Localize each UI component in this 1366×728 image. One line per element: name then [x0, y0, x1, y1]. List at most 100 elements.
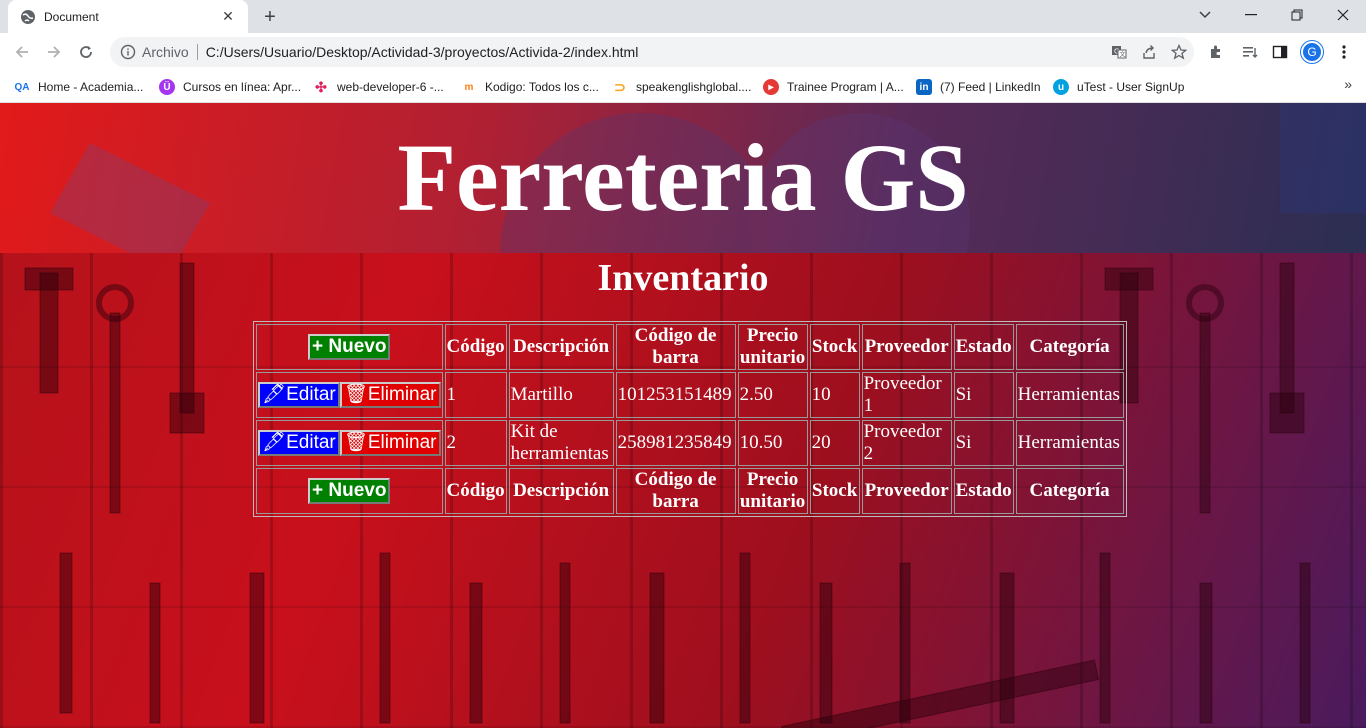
cell-codigo: 1 [444, 372, 507, 418]
table-header-row: + Nuevo Código Descripción Código de bar… [256, 324, 1124, 370]
delete-button[interactable]: 🗑Eliminar [339, 430, 441, 456]
bookmark-label: web-developer-6 -... [337, 80, 444, 94]
column-header-descripcion: Descripción [508, 324, 614, 370]
table-row: 🖋Editar 🗑Eliminar 1 Martillo 101253151489… [256, 372, 1124, 418]
column-header-codigo-barra: Código de barra [615, 324, 736, 370]
tab-title: Document [44, 9, 99, 24]
trainee-icon: ▸ [763, 79, 779, 95]
cell-estado: Si [953, 372, 1014, 418]
actions-header: + Nuevo [256, 324, 443, 370]
bookmark-label: Trainee Program | A... [787, 80, 904, 94]
utest-icon: u [1053, 79, 1069, 95]
svg-text:文: 文 [1120, 51, 1126, 59]
profile-avatar[interactable]: G [1298, 38, 1326, 66]
cell-descripcion: Martillo [508, 372, 614, 418]
bookmark-item[interactable]: ▸ Trainee Program | A... [763, 76, 904, 98]
menu-dots-icon[interactable] [1330, 38, 1358, 66]
table-row: 🖋Editar 🗑Eliminar 2 Kit de herramientas 2… [256, 420, 1124, 466]
delete-button[interactable]: 🗑Eliminar [339, 382, 441, 408]
site-title: Ferreteria GS [397, 124, 969, 231]
bookmark-label: speakenglishglobal.... [636, 80, 752, 94]
bookmark-label: uTest - User SignUp [1077, 80, 1185, 94]
bookmark-label: Home - Academia... [38, 80, 144, 94]
tab-strip: Document ✕ + [0, 0, 1366, 33]
browser-toolbar: Archivo C:/Users/Usuario/Desktop/Activid… [0, 33, 1366, 71]
speak-icon: ⊃ [614, 78, 626, 95]
cell-precio: 2.50 [737, 372, 808, 418]
cell-codigo-barra: 101253151489 [615, 372, 736, 418]
divider [196, 44, 198, 60]
share-icon[interactable] [1134, 38, 1164, 66]
cell-stock: 10 [809, 372, 860, 418]
cell-proveedor: Proveedor 2 [861, 420, 952, 466]
chevron-more-icon[interactable]: » [1344, 76, 1352, 92]
column-footer-categoria: Categoría [1015, 468, 1124, 514]
page-content: Ferreteria GS Inventario + Nuevo Código … [0, 103, 1366, 728]
header-banner: Ferreteria GS [0, 103, 1366, 253]
column-footer-codigo-barra: Código de barra [615, 468, 736, 514]
column-header-estado: Estado [953, 324, 1014, 370]
cell-categoria: Herramientas [1015, 372, 1124, 418]
extensions-icon[interactable] [1202, 38, 1230, 66]
cell-codigo-barra: 258981235849 [615, 420, 736, 466]
column-footer-estado: Estado [953, 468, 1014, 514]
minimize-button[interactable] [1228, 0, 1274, 30]
edit-button[interactable]: 🖋Editar [258, 382, 340, 408]
new-tab-button[interactable]: + [258, 5, 282, 29]
bookmark-item[interactable]: QA Home - Academia... [14, 76, 144, 98]
close-window-button[interactable] [1320, 0, 1366, 30]
bookmark-item[interactable]: Ü Cursos en línea: Apr... [159, 76, 301, 98]
bookmark-item[interactable]: u uTest - User SignUp [1053, 76, 1184, 98]
cell-categoria: Herramientas [1015, 420, 1124, 466]
restore-button[interactable] [1274, 0, 1320, 30]
edit-button[interactable]: 🖋Editar [258, 430, 340, 456]
url-text[interactable]: C:/Users/Usuario/Desktop/Actividad-3/pro… [206, 44, 1104, 60]
bookmark-star-icon[interactable] [1164, 38, 1194, 66]
bookmark-item[interactable]: ✣ web-developer-6 -... [313, 76, 444, 98]
column-header-proveedor: Proveedor [861, 324, 952, 370]
tab-search-icon[interactable] [1182, 0, 1228, 30]
bookmark-label: Cursos en línea: Apr... [183, 80, 302, 94]
column-footer-proveedor: Proveedor [861, 468, 952, 514]
moodle-icon: m [464, 81, 474, 93]
cell-proveedor: Proveedor 1 [861, 372, 952, 418]
bookmark-item[interactable]: m Kodigo: Todos los c... [461, 76, 599, 98]
bookmark-label: (7) Feed | LinkedIn [940, 80, 1041, 94]
row-actions: 🖋Editar 🗑Eliminar [256, 372, 443, 418]
qa-icon: QA [14, 81, 30, 93]
browser-tab[interactable]: Document ✕ [8, 0, 248, 33]
close-tab-icon[interactable]: ✕ [220, 8, 236, 25]
avatar: G [1301, 41, 1323, 63]
bookmark-item[interactable]: ⊃ speakenglishglobal.... [612, 76, 751, 98]
slack-icon: ✣ [315, 78, 327, 95]
side-panel-icon[interactable] [1266, 38, 1294, 66]
reload-button[interactable] [72, 38, 100, 66]
udemy-icon: Ü [159, 79, 175, 95]
forward-button[interactable] [40, 38, 68, 66]
column-header-categoria: Categoría [1015, 324, 1124, 370]
cell-codigo: 2 [444, 420, 507, 466]
new-button[interactable]: + Nuevo [308, 478, 391, 504]
cell-descripcion: Kit de herramientas [508, 420, 614, 466]
bookmark-label: Kodigo: Todos los c... [485, 80, 599, 94]
table-footer-row: + Nuevo Código Descripción Código de bar… [256, 468, 1124, 514]
cell-stock: 20 [809, 420, 860, 466]
cell-estado: Si [953, 420, 1014, 466]
row-actions: 🖋Editar 🗑Eliminar [256, 420, 443, 466]
inventory-table: + Nuevo Código Descripción Código de bar… [253, 321, 1127, 517]
address-bar[interactable]: Archivo C:/Users/Usuario/Desktop/Activid… [110, 37, 1194, 67]
bookmark-item[interactable]: in (7) Feed | LinkedIn [916, 76, 1041, 98]
column-footer-precio: Precio unitario [737, 468, 808, 514]
reading-list-icon[interactable] [1236, 38, 1264, 66]
globe-icon [20, 9, 36, 25]
column-footer-descripcion: Descripción [508, 468, 614, 514]
column-header-stock: Stock [809, 324, 860, 370]
actions-footer: + Nuevo [256, 468, 443, 514]
info-icon[interactable] [120, 44, 136, 60]
back-button[interactable] [8, 38, 36, 66]
column-footer-stock: Stock [809, 468, 860, 514]
new-button[interactable]: + Nuevo [308, 334, 391, 360]
cell-precio: 10.50 [737, 420, 808, 466]
column-header-precio: Precio unitario [737, 324, 808, 370]
translate-icon[interactable]: G文 [1104, 38, 1134, 66]
